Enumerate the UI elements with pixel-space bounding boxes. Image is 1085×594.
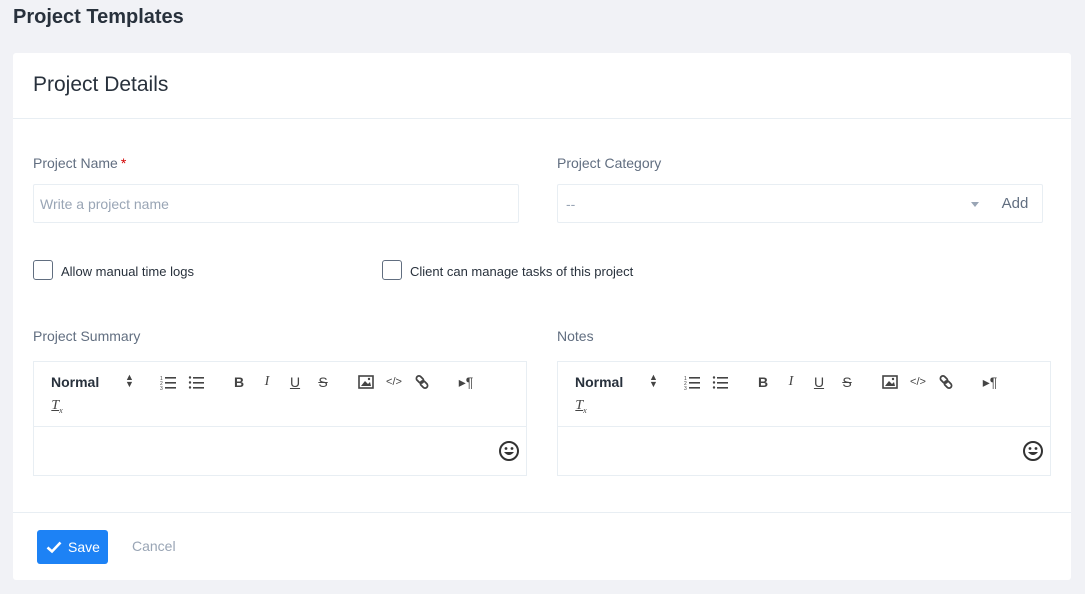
format-select-arrows-icon: ▲ ▼ bbox=[649, 372, 658, 389]
italic-icon[interactable]: I bbox=[258, 374, 276, 390]
card-header: Project Details bbox=[13, 53, 1071, 119]
cancel-button[interactable]: Cancel bbox=[132, 538, 176, 554]
format-select[interactable]: Normal bbox=[51, 374, 99, 390]
manual-time-logs-checkbox[interactable] bbox=[33, 260, 53, 280]
page-title: Project Templates bbox=[13, 6, 184, 28]
bold-icon[interactable]: B bbox=[754, 374, 772, 390]
add-category-button[interactable]: Add bbox=[988, 184, 1043, 223]
project-summary-editor: Normal ▲ ▼ 123 B I U S </> ▸¶ Tx bbox=[33, 361, 527, 476]
required-mark: * bbox=[120, 155, 127, 171]
svg-text:3: 3 bbox=[684, 386, 687, 390]
strikethrough-icon[interactable]: S bbox=[838, 374, 856, 390]
card-title: Project Details bbox=[33, 73, 169, 96]
notes-label: Notes bbox=[557, 328, 594, 344]
check-icon bbox=[46, 541, 62, 554]
emoji-icon[interactable] bbox=[1022, 440, 1044, 462]
format-select[interactable]: Normal bbox=[575, 374, 623, 390]
link-icon[interactable] bbox=[937, 374, 955, 390]
text-direction-icon[interactable]: ▸¶ bbox=[457, 374, 475, 390]
underline-icon[interactable]: U bbox=[286, 374, 304, 390]
code-icon[interactable]: </> bbox=[385, 374, 403, 390]
save-button[interactable]: Save bbox=[37, 530, 108, 564]
bullet-list-icon[interactable] bbox=[712, 374, 730, 390]
notes-editor: Normal ▲ ▼ 123 B I U S </> ▸¶ Tx bbox=[557, 361, 1051, 476]
editor-toolbar: Normal ▲ ▼ 123 B I U S </> ▸¶ Tx bbox=[34, 362, 526, 427]
project-category-select[interactable]: -- bbox=[557, 184, 989, 223]
project-name-input[interactable] bbox=[33, 184, 519, 223]
project-details-card: Project Details Project Name* Project Ca… bbox=[13, 53, 1071, 580]
manual-time-logs-label: Allow manual time logs bbox=[61, 264, 194, 279]
bullet-list-icon[interactable] bbox=[188, 374, 206, 390]
chevron-down-icon bbox=[971, 202, 979, 207]
emoji-icon[interactable] bbox=[498, 440, 520, 462]
code-icon[interactable]: </> bbox=[909, 374, 927, 390]
project-category-value: -- bbox=[566, 196, 576, 212]
ordered-list-icon[interactable]: 123 bbox=[684, 374, 702, 390]
image-icon[interactable] bbox=[881, 374, 899, 390]
svg-text:3: 3 bbox=[160, 386, 163, 390]
clear-format-icon[interactable]: Tx bbox=[48, 398, 66, 415]
project-name-label: Project Name * bbox=[33, 155, 126, 171]
project-name-label-text: Project Name bbox=[33, 155, 118, 171]
image-icon[interactable] bbox=[357, 374, 375, 390]
italic-icon[interactable]: I bbox=[782, 374, 800, 390]
text-direction-icon[interactable]: ▸¶ bbox=[981, 374, 999, 390]
strikethrough-icon[interactable]: S bbox=[314, 374, 332, 390]
bold-icon[interactable]: B bbox=[230, 374, 248, 390]
project-summary-label: Project Summary bbox=[33, 328, 141, 344]
underline-icon[interactable]: U bbox=[810, 374, 828, 390]
client-manage-tasks-checkbox[interactable] bbox=[382, 260, 402, 280]
editor-toolbar: Normal ▲ ▼ 123 B I U S </> ▸¶ Tx bbox=[558, 362, 1050, 427]
format-select-arrows-icon: ▲ ▼ bbox=[125, 372, 134, 389]
clear-format-icon[interactable]: Tx bbox=[572, 398, 590, 415]
project-category-label: Project Category bbox=[557, 155, 662, 171]
card-footer: Save Cancel bbox=[13, 512, 1071, 580]
ordered-list-icon[interactable]: 123 bbox=[160, 374, 178, 390]
save-button-label: Save bbox=[68, 539, 100, 555]
client-manage-tasks-label: Client can manage tasks of this project bbox=[410, 264, 634, 279]
link-icon[interactable] bbox=[413, 374, 431, 390]
